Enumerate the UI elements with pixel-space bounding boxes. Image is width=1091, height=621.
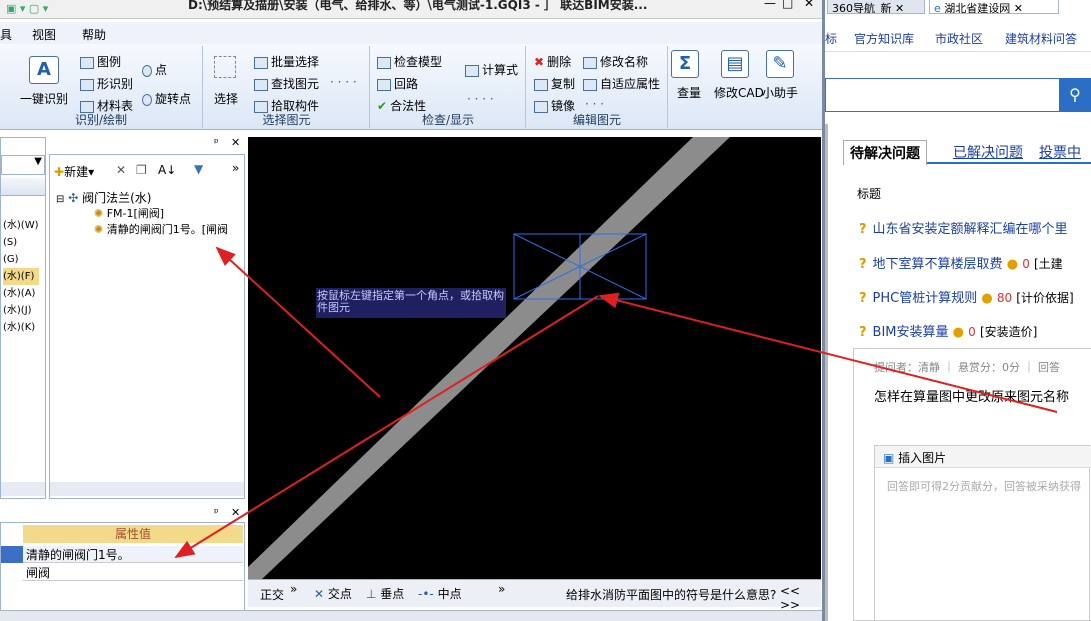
annotation-arrow <box>215 246 381 398</box>
annotation-overlay <box>174 246 1058 559</box>
annotation-arrow <box>598 292 1058 413</box>
annotation-arrow <box>174 295 599 559</box>
